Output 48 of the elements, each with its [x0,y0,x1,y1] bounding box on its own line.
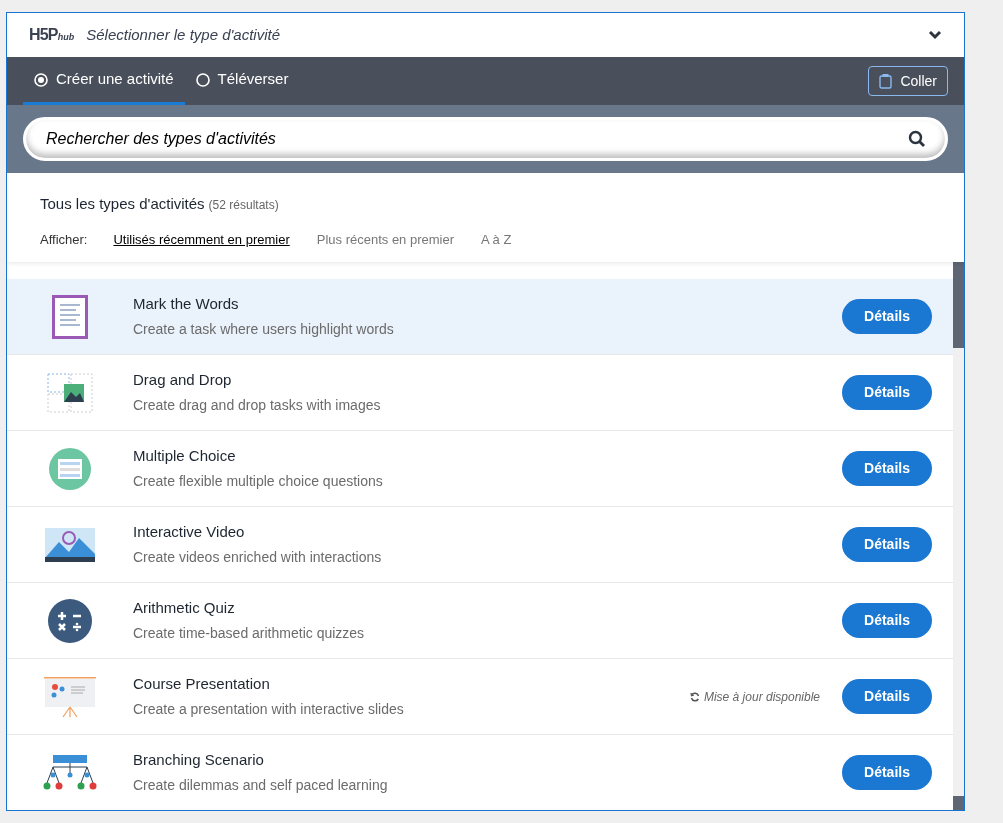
details-button[interactable]: Détails [842,679,932,714]
dialog-title: Sélectionner le type d'activité [86,24,281,45]
activity-description: Create dilemmas and self paced learning [133,775,389,795]
update-notice: Mise à jour disponible [703,688,820,706]
sort-link[interactable]: A à Z [481,229,512,249]
radio-icon [34,72,48,87]
activity-description: Create time-based arithmetic quizzes [133,623,366,643]
sort-label: Afficher: [40,230,88,249]
activity-title: Interactive Video [133,522,246,543]
activity-title: Multiple Choice [133,446,237,467]
sort-link[interactable]: Plus récents en premier [316,229,454,249]
sort-link[interactable]: Utilisés récemment en premier [113,229,290,249]
refresh-icon [689,691,700,702]
activity-description: Create flexible multiple choice questions [133,471,384,491]
logo: H5Phub [29,25,75,45]
activity-description: Create drag and drop tasks with images [133,395,382,415]
activity-title: Drag and Drop [133,370,233,391]
details-button[interactable]: Détails [842,527,932,562]
activity-title: Mark the Words [133,294,240,315]
clipboard-icon [879,73,893,89]
tab[interactable]: Téléverser [184,57,300,105]
search-field[interactable]: Rechercher des types d'activités [23,117,948,161]
search-icon [908,130,926,148]
branching-tree-icon [43,754,97,791]
activity-title: Branching Scenario [133,750,265,771]
activity-title: Arithmetic Quiz [133,598,236,619]
video-icon [45,527,95,562]
document-icon [52,294,88,339]
checklist-icon [48,446,92,491]
activity-description: Create a presentation with interactive slides [133,699,405,719]
paste-button[interactable]: Coller [868,66,948,96]
details-button[interactable]: Détails [842,299,932,334]
details-button[interactable]: Détails [842,755,932,790]
results-count: (52 résultats) [208,197,279,214]
results-heading: Tous les types d'activités [40,194,205,214]
math-operators-icon [48,598,92,643]
chevron-down-icon [928,30,942,40]
activity-row[interactable]: Mark the Words Create a task where users highlight words Détails [7,279,953,355]
presentation-board-icon [43,675,97,718]
activity-description: Create videos enriched with interactions [133,547,383,567]
scrollbar[interactable] [953,262,964,810]
activity-description: Create a task where users highlight words [133,319,395,339]
radio-icon [195,72,210,87]
details-button[interactable]: Détails [842,375,932,410]
details-button[interactable]: Détails [842,451,932,486]
details-button[interactable]: Détails [842,603,932,638]
image-drop-icon [47,372,93,413]
activity-title: Course Presentation [133,674,271,695]
